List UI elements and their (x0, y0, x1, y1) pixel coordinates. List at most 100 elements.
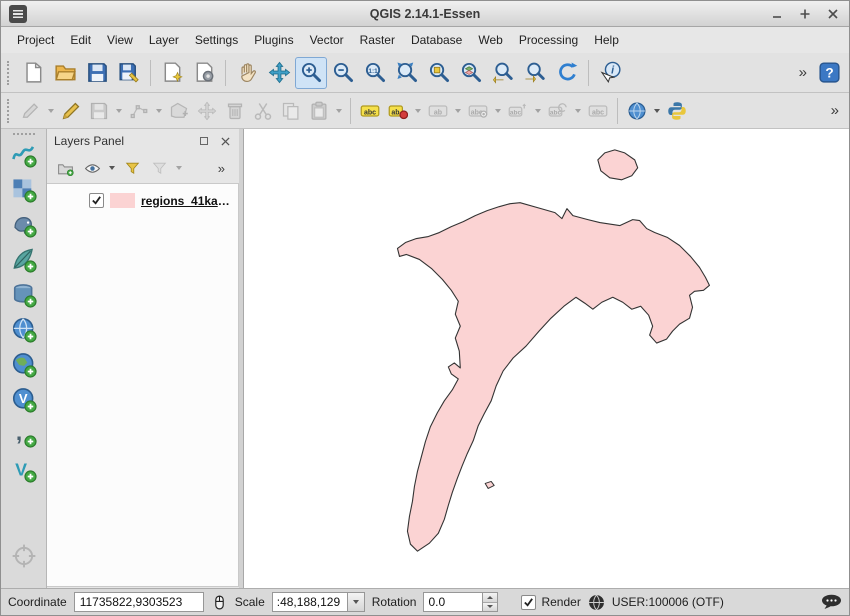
zoom-in-button[interactable] (295, 57, 327, 89)
scale-dropdown-button[interactable] (347, 593, 364, 611)
show-hide-labels-button[interactable]: abc (464, 97, 492, 125)
layer-item-regions[interactable]: regions_41kam… (51, 193, 234, 208)
save-edits-button[interactable] (85, 97, 113, 125)
delete-selected-button[interactable] (221, 97, 249, 125)
zoom-full-button[interactable] (391, 57, 423, 89)
current-edits-dropdown[interactable] (45, 98, 57, 124)
window-menu-button[interactable] (9, 5, 27, 23)
cut-features-button[interactable] (249, 97, 277, 125)
add-spatialite-layer-button[interactable] (8, 244, 40, 276)
add-virtual-layer-button[interactable]: V (8, 454, 40, 486)
panel-float-button[interactable] (197, 134, 211, 148)
layer-labeling-button[interactable]: abc (356, 97, 384, 125)
zoom-to-selection-button[interactable] (423, 57, 455, 89)
menu-processing[interactable]: Processing (511, 29, 586, 51)
rotate-label-button[interactable]: abc (544, 97, 572, 125)
identify-features-button[interactable]: i (594, 57, 626, 89)
save-edits-dropdown[interactable] (113, 98, 125, 124)
zoom-next-button[interactable] (519, 57, 551, 89)
pan-map-button[interactable] (231, 57, 263, 89)
add-wcs-layer-button[interactable] (8, 349, 40, 381)
map-canvas[interactable] (244, 129, 849, 588)
close-button[interactable] (825, 6, 841, 22)
move-feature-button[interactable] (193, 97, 221, 125)
coordinate-input[interactable] (74, 592, 204, 612)
add-mssql-layer-button[interactable] (8, 279, 40, 311)
show-hide-labels-dropdown[interactable] (492, 98, 504, 124)
copy-features-button[interactable] (277, 97, 305, 125)
help-button[interactable]: ? (813, 57, 845, 89)
coordinate-capture-button[interactable] (8, 540, 40, 572)
add-wms-layer-button[interactable] (8, 314, 40, 346)
paste-features-button[interactable] (305, 97, 333, 125)
current-edits-button[interactable] (17, 97, 45, 125)
menu-project[interactable]: Project (9, 29, 62, 51)
python-console-button[interactable] (663, 97, 691, 125)
rotation-increase-button[interactable] (483, 593, 497, 602)
rotate-label-dropdown[interactable] (572, 98, 584, 124)
pin-label-button[interactable]: ab (384, 97, 412, 125)
manage-visibility-button[interactable] (82, 158, 102, 178)
node-tool-dropdown[interactable] (153, 98, 165, 124)
layer-visibility-checkbox[interactable] (89, 193, 104, 208)
toolbar-drag-handle[interactable] (13, 133, 35, 135)
zoom-native-button[interactable]: 1:1 (359, 57, 391, 89)
menu-view[interactable]: View (99, 29, 141, 51)
node-tool-button[interactable] (125, 97, 153, 125)
zoom-to-layer-button[interactable] (455, 57, 487, 89)
highlight-labels-button[interactable]: ab (424, 97, 452, 125)
highlight-labels-dropdown[interactable] (452, 98, 464, 124)
pan-to-selection-button[interactable] (263, 57, 295, 89)
menu-settings[interactable]: Settings (187, 29, 246, 51)
maximize-button[interactable] (797, 6, 813, 22)
refresh-button[interactable] (551, 57, 583, 89)
move-label-dropdown[interactable] (532, 98, 544, 124)
save-project-button[interactable] (81, 57, 113, 89)
chevron-down-icon[interactable] (176, 166, 182, 170)
add-feature-button[interactable] (165, 97, 193, 125)
new-print-composer-button[interactable] (156, 57, 188, 89)
pin-label-dropdown[interactable] (412, 98, 424, 124)
move-label-button[interactable]: abc (504, 97, 532, 125)
render-toggle[interactable]: Render (521, 595, 580, 610)
add-vector-layer-button[interactable] (8, 139, 40, 171)
add-wfs-layer-button[interactable]: V (8, 384, 40, 416)
panel-close-button[interactable] (218, 134, 232, 148)
filter-legend-button[interactable] (122, 158, 142, 178)
log-messages-button[interactable] (821, 594, 842, 610)
toolbar-overflow-button[interactable]: » (825, 102, 845, 119)
minimize-button[interactable] (769, 6, 785, 22)
new-project-button[interactable] (17, 57, 49, 89)
rotation-decrease-button[interactable] (483, 602, 497, 612)
menu-raster[interactable]: Raster (352, 29, 403, 51)
metasearch-button[interactable] (623, 97, 651, 125)
menu-plugins[interactable]: Plugins (246, 29, 301, 51)
paste-features-dropdown[interactable] (333, 98, 345, 124)
add-group-button[interactable] (55, 158, 75, 178)
menu-edit[interactable]: Edit (62, 29, 99, 51)
add-raster-layer-button[interactable] (8, 174, 40, 206)
add-postgis-layer-button[interactable] (8, 209, 40, 241)
open-project-button[interactable] (49, 57, 81, 89)
toolbar-overflow-button[interactable]: » (793, 64, 813, 81)
menu-database[interactable]: Database (403, 29, 470, 51)
filter-expression-button[interactable] (149, 158, 169, 178)
crs-status-button[interactable] (588, 594, 605, 611)
zoom-out-button[interactable] (327, 57, 359, 89)
panel-toolbar-overflow[interactable]: » (212, 161, 231, 176)
menu-web[interactable]: Web (470, 29, 510, 51)
scale-input[interactable] (273, 593, 347, 611)
menu-help[interactable]: Help (586, 29, 627, 51)
menu-vector[interactable]: Vector (302, 29, 352, 51)
add-delimited-text-layer-button[interactable]: , (8, 419, 40, 451)
change-label-button[interactable]: abc (584, 97, 612, 125)
render-checkbox[interactable] (521, 595, 536, 610)
menu-layer[interactable]: Layer (141, 29, 187, 51)
composer-manager-button[interactable] (188, 57, 220, 89)
toggle-editing-button[interactable] (57, 97, 85, 125)
toolbar-drag-handle[interactable] (7, 61, 12, 85)
chevron-down-icon[interactable] (109, 166, 115, 170)
toolbar-drag-handle[interactable] (7, 99, 12, 123)
mouse-position-toggle-button[interactable] (211, 594, 228, 611)
metasearch-dropdown[interactable] (651, 98, 663, 124)
